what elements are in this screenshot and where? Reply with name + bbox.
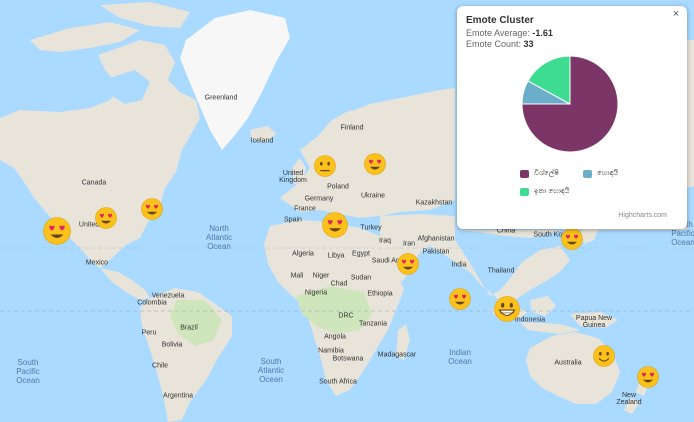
emote-marker-japan[interactable] <box>561 228 583 250</box>
label-saudi: Saudi Ar <box>371 257 399 265</box>
emote-marker-russia[interactable] <box>364 153 386 175</box>
close-icon[interactable]: × <box>670 8 682 20</box>
label-algeria: Algeria <box>292 250 314 258</box>
label-uk: United Kingdom <box>279 170 307 184</box>
label-namibia: Namibia <box>318 347 344 355</box>
label-mexico: Mexico <box>85 259 109 267</box>
label-greenland: Greenland <box>204 94 238 102</box>
emote-marker-southeast-asia[interactable] <box>494 296 520 322</box>
label-south-pacific: South Pacific Ocean <box>16 358 40 386</box>
label-canada: Canada <box>81 179 107 187</box>
label-new-zealand: New Zealand <box>616 392 642 406</box>
label-south-korea: South Kor <box>533 231 565 239</box>
label-north-atlantic: North Atlantic Ocean <box>205 224 233 252</box>
emote-cluster-popup: × Emote Cluster Emote Average: -1.61 Emo… <box>457 6 687 229</box>
emote-marker-us-west[interactable] <box>43 217 71 245</box>
label-bolivia: Bolivia <box>161 341 183 349</box>
label-finland: Finland <box>340 124 364 132</box>
legend-label: හොඳයි <box>597 170 619 177</box>
label-ethiopia: Ethiopia <box>367 290 393 298</box>
pie-chart <box>521 55 619 153</box>
label-chad: Chad <box>330 280 348 288</box>
label-peru: Peru <box>141 329 157 337</box>
label-botswana: Botswana <box>332 355 364 363</box>
label-niger: Niger <box>312 272 330 280</box>
label-france: France <box>294 205 316 213</box>
label-ukraine: Ukraine <box>360 192 386 200</box>
label-thailand: Thailand <box>487 267 515 275</box>
label-south-africa: South Africa <box>319 378 357 386</box>
legend-item-2[interactable]: ඉතා හොඳයි <box>520 188 570 196</box>
label-poland: Poland <box>327 183 349 191</box>
label-iraq: Iraq <box>378 237 392 245</box>
label-colombia: Colombia <box>137 299 167 307</box>
label-drc: DRC <box>338 312 354 320</box>
emote-marker-new-zealand[interactable] <box>637 366 659 388</box>
label-kazakhstan: Kazakhstan <box>415 199 453 207</box>
label-brazil: Brazil <box>180 324 198 332</box>
label-pakistan: Pakistan <box>422 248 450 256</box>
emote-marker-arabian[interactable] <box>397 253 419 275</box>
label-tanzania: Tanzania <box>358 320 388 328</box>
emote-marker-us-east[interactable] <box>141 198 163 220</box>
emote-average-label: Emote Average: <box>466 28 530 38</box>
label-png: Papua New Guinea <box>575 315 613 329</box>
label-germany: Germany <box>304 195 334 203</box>
label-australia: Australia <box>554 359 582 367</box>
legend-swatch <box>520 188 529 196</box>
world-map[interactable]: Greenland Iceland Finland Canada United … <box>0 0 694 422</box>
label-south-atlantic: South Atlantic Ocean <box>257 357 285 385</box>
label-angola: Angola <box>324 333 346 341</box>
label-iran: Iran <box>402 240 416 248</box>
label-mali: Mali <box>290 272 304 280</box>
emote-marker-us-central[interactable] <box>95 207 117 229</box>
label-nigeria: Nigeria <box>304 289 328 297</box>
emote-average-value: -1.61 <box>532 28 553 38</box>
label-india: India <box>451 261 467 269</box>
emote-marker-indian-ocean[interactable] <box>449 288 471 310</box>
emote-marker-australia-east[interactable] <box>593 345 615 367</box>
legend-swatch <box>583 170 592 178</box>
label-madagascar: Madagascar <box>377 351 417 359</box>
label-turkey: Turkey <box>360 224 382 232</box>
highcharts-credits-link[interactable]: Highcharts.com <box>618 212 667 219</box>
legend-label: විශ්ලේෂී <box>534 170 559 177</box>
label-indian-ocean: Indian Ocean <box>448 347 472 366</box>
emote-marker-sweden[interactable] <box>314 155 336 177</box>
label-sudan: Sudan <box>350 274 372 282</box>
label-chile: Chile <box>152 362 168 370</box>
label-egypt: Egypt <box>352 250 370 258</box>
legend-label: ඉතා හොඳයි <box>534 188 570 195</box>
legend-item-0[interactable]: විශ්ලේෂී <box>520 170 559 178</box>
legend-swatch <box>520 170 529 178</box>
popup-title: Emote Cluster <box>466 15 534 26</box>
label-libya: Libya <box>327 252 345 260</box>
label-spain: Spain <box>284 216 302 224</box>
emote-marker-mediterranean[interactable] <box>322 212 348 238</box>
label-iceland: Iceland <box>250 137 274 145</box>
legend-item-1[interactable]: හොඳයි <box>583 170 618 178</box>
label-argentina: Argentina <box>163 392 193 400</box>
label-afghanistan: Afghanistan <box>417 235 455 243</box>
label-venezuela: Venezuela <box>151 292 185 300</box>
emote-average-row: Emote Average: -1.61 <box>466 28 553 38</box>
